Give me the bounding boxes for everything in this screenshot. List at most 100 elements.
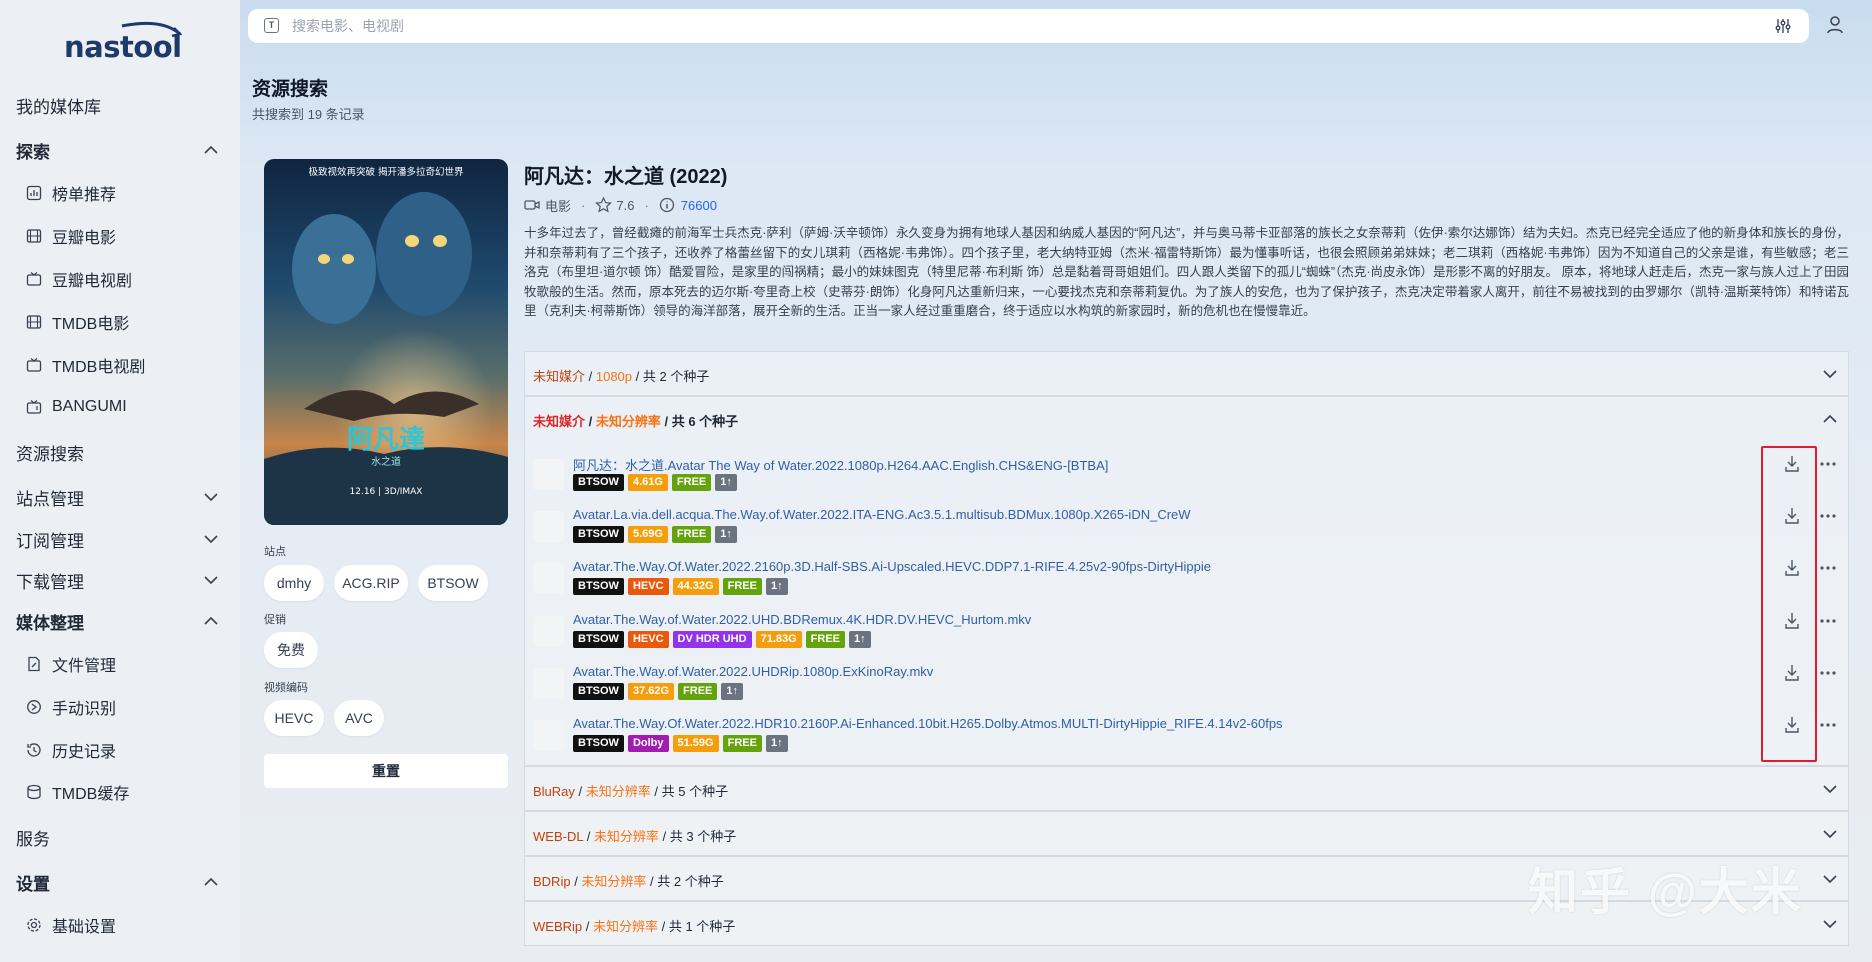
chevron-down-icon[interactable] (1822, 918, 1838, 930)
torrent-tag: 4.61G (627, 474, 668, 491)
chevron-up-icon[interactable] (1822, 413, 1838, 425)
filter-site-chip[interactable]: BTSOW (418, 565, 488, 601)
chevron-down-icon[interactable] (1822, 783, 1838, 795)
sidebar-item-site-management[interactable]: 站点管理 (0, 479, 240, 515)
torrent-tag: FREE (671, 474, 712, 491)
group-header[interactable]: WEBRip / 未知分辨率 / 共 1 个种子 (533, 916, 735, 935)
filter-codec-chip[interactable]: HEVC (264, 700, 324, 736)
torrent-tag: 44.32G (672, 578, 719, 596)
filter-site-chip[interactable]: dmhy (264, 565, 324, 601)
sidebar-item-tmdb-movie[interactable]: TMDB电影 (0, 304, 240, 340)
torrent-tag: FREE (722, 578, 762, 596)
torrent-tag: Dolby (627, 735, 669, 752)
more-options-icon[interactable] (1819, 722, 1837, 728)
torrent-thumbnail (533, 511, 564, 543)
sidebar-item-file-management[interactable]: 文件管理 (0, 646, 240, 682)
tmdb-id-link[interactable]: 76600 (681, 198, 717, 213)
group-header[interactable]: 未知媒介 / 1080p / 共 2 个种子 (533, 366, 709, 385)
filter-promo-label: 促销 (264, 614, 286, 626)
sidebar-item-bangumi[interactable]: BANGUMI (0, 389, 240, 425)
watermark: 知乎 @大米 (1528, 864, 1803, 920)
gear-icon (27, 918, 41, 932)
download-icon[interactable] (1784, 612, 1800, 630)
sidebar-item-download[interactable]: 下载管理 (0, 562, 240, 598)
film-icon (26, 229, 42, 243)
chevron-down-icon[interactable] (1822, 368, 1838, 380)
chevron-down-icon (204, 493, 218, 502)
download-icon[interactable] (1784, 559, 1800, 577)
sidebar-item-ranking[interactable]: 榜单推荐 (0, 175, 240, 211)
torrent-title-link[interactable]: Avatar.The.Way.Of.Water.2022.HDR10.2160P… (573, 716, 1283, 731)
group-resolution: 未知分辨率 (581, 874, 647, 889)
more-options-icon[interactable] (1819, 618, 1837, 624)
app-logo[interactable]: nastool (62, 20, 182, 64)
chevron-up-icon (204, 877, 218, 886)
torrent-tag: 51.59G (672, 735, 719, 752)
more-options-icon[interactable] (1819, 670, 1837, 676)
chevron-down-icon (204, 535, 218, 544)
download-icon[interactable] (1784, 664, 1800, 682)
filter-site-chip[interactable]: ACG.RIP (334, 565, 408, 601)
group-header[interactable]: 未知媒介 / 未知分辨率 / 共 6 个种子 (533, 411, 738, 430)
sidebar-item-subscription[interactable]: 订阅管理 (0, 521, 240, 557)
group-header[interactable]: WEB-DL / 未知分辨率 / 共 3 个种子 (533, 826, 736, 845)
group-header[interactable]: BDRip / 未知分辨率 / 共 2 个种子 (533, 871, 724, 890)
sidebar-item-douban-movie[interactable]: 豆瓣电影 (0, 218, 240, 254)
sidebar-item-douban-tv[interactable]: 豆瓣电视剧 (0, 261, 240, 297)
tv-retro-icon (26, 400, 42, 414)
sidebar-item-label: 榜单推荐 (52, 187, 117, 204)
torrent-title-link[interactable]: Avatar.The.Way.Of.Water.2022.2160p.3D.Ha… (573, 559, 1211, 574)
torrent-tag: FREE (805, 630, 846, 648)
filter-codec-chip[interactable]: AVC (334, 700, 384, 736)
torrent-tag: 1↑ (715, 474, 737, 491)
chevron-down-icon[interactable] (1822, 828, 1838, 840)
tv-icon (26, 272, 42, 286)
download-icon[interactable] (1784, 455, 1800, 473)
user-icon[interactable] (1825, 14, 1845, 36)
scan-icon (27, 700, 41, 714)
more-options-icon[interactable] (1819, 513, 1837, 519)
download-icon[interactable] (1784, 507, 1800, 525)
torrent-tag: 5.69G (627, 526, 668, 544)
torrent-tag: 1↑ (849, 630, 871, 648)
more-options-icon[interactable] (1819, 565, 1837, 571)
group-resolution: 未知分辨率 (593, 829, 659, 844)
sidebar-item-tmdb-cache[interactable]: TMDB缓存 (0, 774, 240, 810)
sidebar-item-history[interactable]: 历史记录 (0, 732, 240, 768)
filter-codec-label: 视频编码 (264, 682, 308, 694)
sidebar-item-basic-settings[interactable]: 基础设置 (0, 907, 240, 943)
sidebar-item-label: 探索 (16, 142, 50, 162)
torrent-tag: FREE (678, 682, 718, 700)
sidebar-item-label: 豆瓣电影 (52, 230, 117, 247)
sidebar-item-label: 历史记录 (52, 744, 117, 761)
torrent-title-link[interactable]: Avatar.The.Way.of.Water.2022.UHDRip.1080… (573, 664, 933, 679)
group-header[interactable]: BluRay / 未知分辨率 / 共 5 个种子 (533, 781, 728, 800)
torrent-tag: 1↑ (765, 735, 788, 752)
poster-date: 12.16 | 3D/IMAX (350, 487, 423, 497)
chevron-down-icon[interactable] (1822, 873, 1838, 885)
torrent-title-link[interactable]: Avatar.La.via.dell.acqua.The.Way.of.Wate… (573, 507, 1191, 522)
torrent-thumbnail (533, 563, 564, 595)
torrent-tag: HEVC (627, 578, 669, 596)
search-input[interactable] (292, 15, 1692, 37)
reset-button[interactable]: 重置 (264, 754, 508, 788)
torrent-tag: BTSOW (573, 526, 624, 544)
sidebar-item-tmdb-tv[interactable]: TMDB电视剧 (0, 347, 240, 383)
filter-promo-chip[interactable]: 免费 (264, 632, 318, 668)
torrent-tags: BTSOW 5.69G FREE 1↑ (573, 526, 737, 544)
filter-settings-icon[interactable] (1775, 18, 1791, 34)
sidebar-item-services[interactable]: 服务 (0, 819, 240, 855)
sidebar-item-explore[interactable]: 探索 (0, 132, 240, 168)
more-options-icon[interactable] (1819, 461, 1837, 467)
download-icon[interactable] (1784, 716, 1800, 734)
chevron-up-icon (204, 145, 218, 154)
sidebar-item-media-organize[interactable]: 媒体整理 (0, 603, 240, 639)
torrent-title-link[interactable]: Avatar.The.Way.of.Water.2022.UHD.BDRemux… (573, 612, 1031, 627)
sidebar-item-settings[interactable]: 设置 (0, 864, 240, 900)
sidebar-item-resource-search[interactable]: 资源搜索 (0, 434, 240, 470)
sidebar-item-library[interactable]: 我的媒体库 (0, 87, 240, 123)
torrent-title-link[interactable]: 阿凡达：水之道.Avatar The Way of Water.2022.108… (573, 455, 1108, 474)
meta-separator: · (581, 197, 586, 213)
sidebar-item-manual-identify[interactable]: 手动识别 (0, 689, 240, 725)
poster-tagline: 极致视效再突破 揭开潘多拉奇幻世界 (308, 166, 464, 178)
